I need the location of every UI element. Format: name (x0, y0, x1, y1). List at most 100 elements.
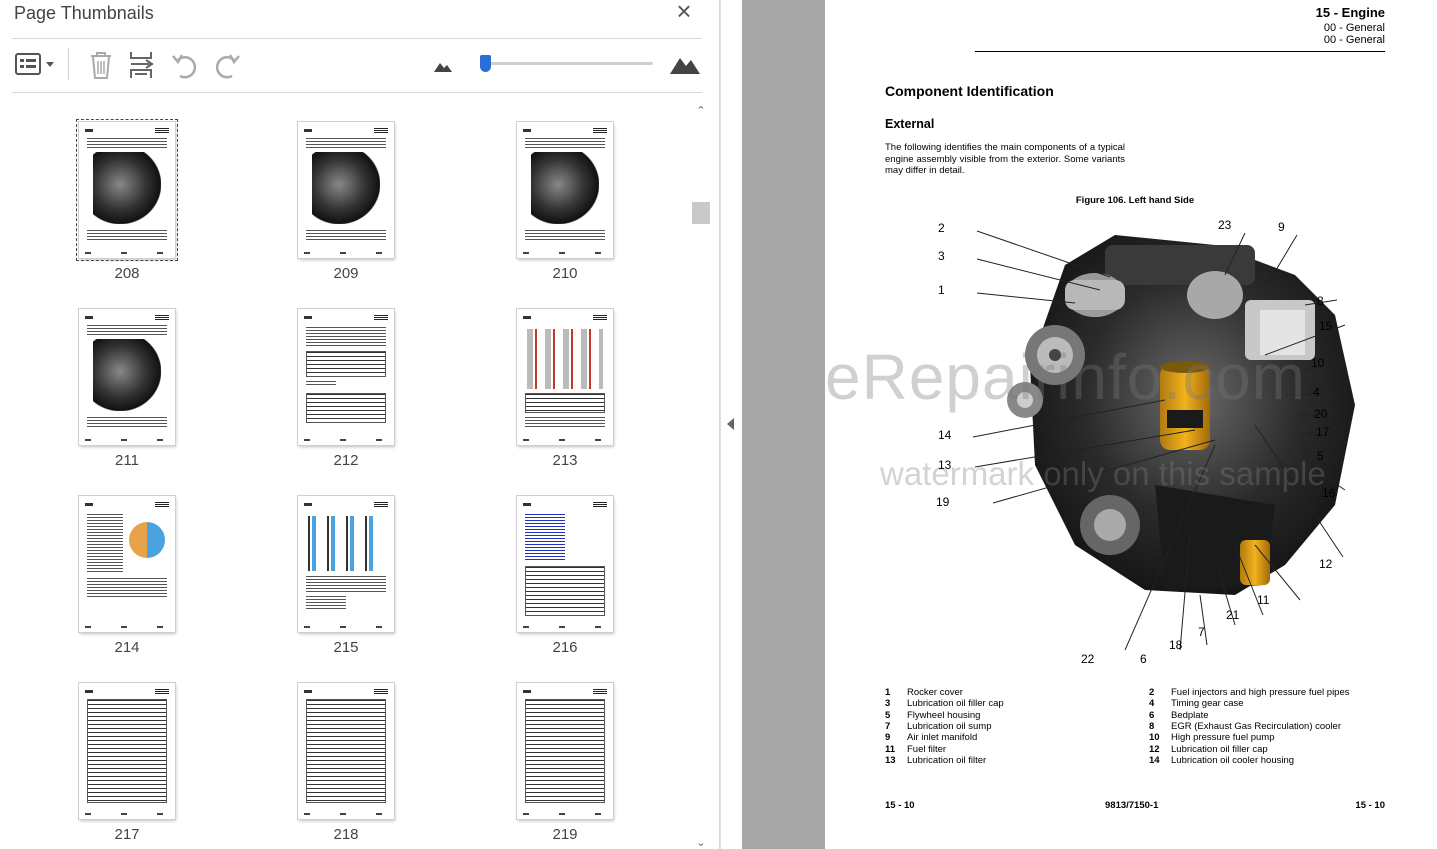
page-thumbnail[interactable] (79, 496, 175, 632)
figure-callout-number: 15 (1319, 319, 1333, 333)
figure-callout-number: 5 (1317, 449, 1324, 463)
rotate-clockwise-icon[interactable] (212, 52, 242, 80)
page-thumbnail[interactable] (79, 309, 175, 445)
figure-callout-number: 16 (1322, 486, 1336, 500)
thumbnail-page-number: 210 (552, 265, 578, 282)
page-thumbnail[interactable] (79, 683, 175, 819)
figure-callout-number: 18 (1169, 638, 1183, 652)
thumbnail-page-number: 213 (552, 452, 578, 469)
legend-text: Timing gear case (1171, 698, 1244, 710)
figure-callout-number: 2 (938, 221, 945, 235)
figure-callout-number: 4 (1313, 385, 1320, 399)
page-thumbnail[interactable] (517, 309, 613, 445)
figure-callout-number: 17 (1316, 425, 1330, 439)
legend-text: Lubrication oil cooler housing (1171, 754, 1295, 766)
scroll-up-arrow-icon[interactable]: ⌃ (695, 106, 707, 117)
page-header-subsection: 00 - General (1323, 22, 1385, 34)
header-rule (975, 51, 1385, 52)
scroll-down-arrow-icon[interactable]: ⌄ (695, 838, 707, 849)
insert-pages-icon[interactable] (128, 50, 156, 80)
thumbnail-page-number: 214 (114, 639, 140, 656)
page-footer-center: 9813/7150-1 (1105, 800, 1159, 811)
panel-splitter[interactable] (720, 0, 742, 849)
page-thumbnails-panel: Page Thumbnails × 208 209 210 211 212 21… (0, 0, 720, 849)
legend-text: EGR (Exhaust Gas Recirculation) cooler (1171, 720, 1342, 732)
panel-title: Page Thumbnails (14, 3, 154, 23)
thumbnail-page-number: 212 (333, 452, 359, 469)
figure-callout-number: 21 (1226, 608, 1240, 622)
page-thumbnail[interactable] (517, 496, 613, 632)
figure-callout-number: 1 (938, 283, 945, 297)
small-mountain-icon[interactable] (433, 59, 453, 73)
legend-text: Bedplate (1171, 709, 1209, 721)
thumbnail-page-number: 216 (552, 639, 578, 656)
page-thumbnail[interactable] (76, 119, 178, 261)
close-panel-button[interactable]: × (672, 0, 696, 24)
page-header-section: 15 - Engine (1315, 5, 1385, 20)
page-heading: Component Identification (885, 83, 1054, 99)
watermark: watermark only on this sample (880, 455, 1326, 492)
page-thumbnail[interactable] (298, 122, 394, 258)
legend-number: 11 (885, 743, 896, 755)
legend-text: Fuel filter (907, 743, 947, 755)
figure-callout-number: 7 (1198, 625, 1205, 639)
document-page: 15 - Engine 00 - General 00 - General Co… (825, 0, 1437, 849)
rotate-counterclockwise-icon[interactable] (170, 52, 200, 80)
figure-callout-number: 6 (1140, 652, 1147, 666)
legend-number: 3 (885, 698, 891, 710)
legend-number: 5 (885, 709, 891, 721)
thumbnail-options-icon[interactable] (14, 52, 58, 78)
thumbnail-grid: 208 209 210 211 212 213 214 215 216 217 218 219 (0, 95, 690, 849)
page-footer-left: 15 - 10 (885, 800, 915, 811)
legend-number: 13 (885, 754, 896, 766)
page-thumbnail[interactable] (298, 683, 394, 819)
page-thumbnail[interactable] (298, 309, 394, 445)
thumbnail-page-number: 215 (333, 639, 359, 656)
thumbnail-scrollbar[interactable]: ⌃ ⌄ (691, 100, 711, 849)
legend-text: Lubrication oil filter (907, 754, 987, 766)
thumbnail-page-number: 217 (114, 826, 140, 843)
figure-callout-number: 3 (938, 249, 945, 263)
figure-callout-number: 10 (1311, 356, 1325, 370)
page-thumbnail[interactable] (517, 122, 613, 258)
legend-text: Fuel injectors and high pressure fuel pi… (1171, 687, 1350, 698)
legend-number: 12 (1149, 743, 1160, 755)
figure-callout-number: 14 (938, 428, 952, 442)
legend-number: 2 (1149, 687, 1155, 698)
figure-callout-number: 11 (1257, 593, 1270, 607)
document-background (742, 0, 825, 849)
legend-number: 4 (1149, 698, 1155, 710)
collapse-panel-arrow-icon[interactable] (727, 418, 734, 430)
large-mountain-icon[interactable] (669, 53, 701, 75)
divider (12, 38, 702, 39)
thumbnail-page-number: 208 (114, 265, 140, 282)
watermark: eRepairinfo.com (825, 341, 1306, 413)
figure-callout-number: 20 (1314, 407, 1328, 421)
legend-number: 1 (885, 687, 891, 698)
page-thumbnail[interactable] (298, 496, 394, 632)
thumbnail-page-number: 219 (552, 826, 578, 843)
acrobat-window: Page Thumbnails × 208 209 210 211 212 21… (0, 0, 1437, 849)
zoom-slider-handle[interactable] (480, 55, 492, 72)
figure-callout-number: 8 (1317, 294, 1324, 308)
figure-callout-number: 12 (1319, 557, 1333, 571)
toolbar-separator (68, 48, 69, 80)
legend-text: Lubrication oil filler cap (907, 698, 1004, 710)
thumbnail-page-number: 218 (333, 826, 359, 843)
legend-number: 7 (885, 720, 891, 732)
thumbnail-page-number: 209 (333, 265, 359, 282)
legend-text: Flywheel housing (907, 709, 981, 721)
page-header-subsection: 00 - General (1323, 34, 1385, 46)
figure-callout-number: 9 (1278, 220, 1285, 234)
scrollbar-thumb[interactable] (692, 202, 710, 224)
legend-text: Lubrication oil sump (907, 720, 992, 732)
legend-text: Rocker cover (907, 687, 963, 698)
legend-number: 10 (1149, 732, 1160, 744)
legend-text: High pressure fuel pump (1171, 732, 1275, 744)
legend-number: 8 (1149, 720, 1155, 732)
trash-icon[interactable] (88, 50, 114, 80)
legend-number: 9 (885, 732, 891, 744)
page-thumbnail[interactable] (517, 683, 613, 819)
legend-text: Air inlet manifold (907, 732, 978, 744)
zoom-slider-track[interactable] (480, 62, 653, 65)
